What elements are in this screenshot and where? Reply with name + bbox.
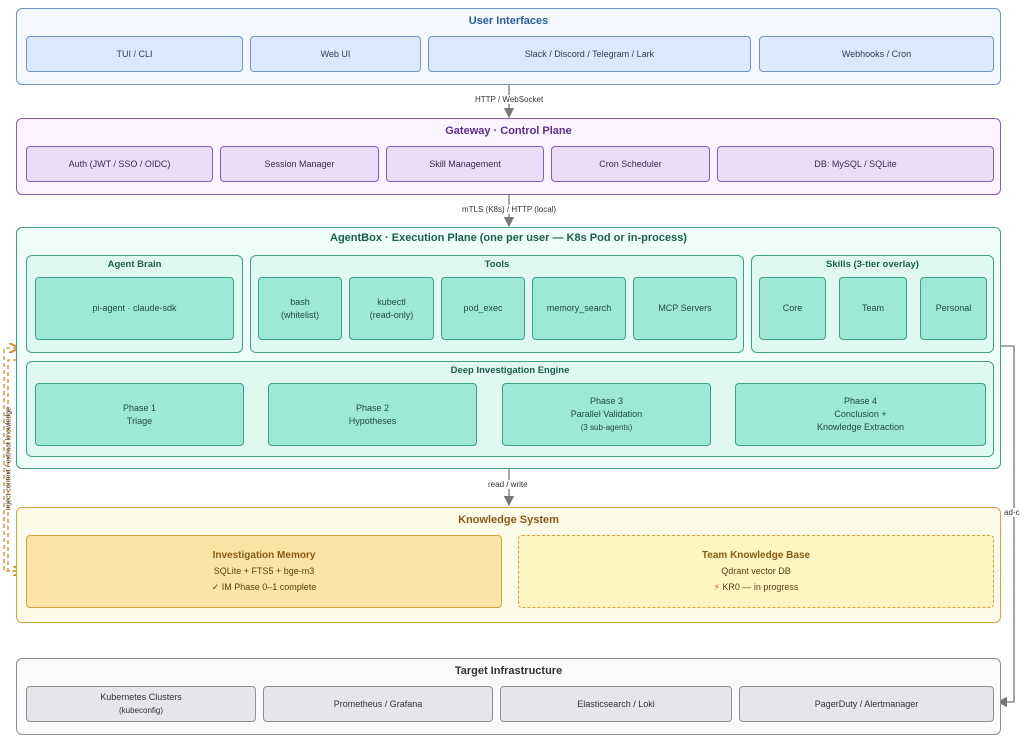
memory-title: Investigation Memory	[212, 550, 316, 561]
team-knowledge-base: Team Knowledge Base Qdrant vector DB ⚡ K…	[518, 535, 994, 608]
agent-brain-node: pi-agent · claude-sdk	[35, 277, 234, 340]
phase-3-desc: Parallel Validation	[570, 409, 643, 419]
team-kb-stack: Qdrant vector DB	[721, 566, 791, 576]
phase-4-label: Phase 4	[843, 396, 878, 406]
gateway-skill-management: Skill Management	[386, 146, 544, 182]
knowledge-system-layer: Knowledge System Investigation Memory SQ…	[16, 507, 1001, 623]
agent-brain-title: Agent Brain	[107, 259, 162, 270]
label-mtls-http: mTLS (K8s) / HTTP (local)	[460, 205, 559, 214]
tool-kubectl-name: kubectl	[377, 296, 406, 307]
gateway-auth: Auth (JWT / SSO / OIDC)	[26, 146, 213, 182]
user-interfaces-layer: User Interfaces TUI / CLI Web UI Slack /…	[16, 8, 1001, 85]
skill-personal: Personal	[920, 277, 987, 340]
gateway-db: DB: MySQL / SQLite	[717, 146, 994, 182]
target-kubernetes: Kubernetes Clusters (kubeconfig)	[26, 686, 256, 722]
knowledge-system-title: Knowledge System	[458, 514, 559, 526]
phase-4-note: Knowledge Extraction	[816, 422, 905, 432]
tool-bash-name: bash	[290, 296, 310, 307]
phase-2-label: Phase 2	[355, 402, 390, 413]
ui-chat-platforms: Slack / Discord / Telegram / Lark	[428, 36, 751, 72]
tool-mcp-servers: MCP Servers	[633, 277, 737, 340]
target-kubernetes-note: (kubeconfig)	[118, 706, 164, 715]
tool-kubectl: kubectl (read-only)	[349, 277, 434, 340]
tool-pod-exec: pod_exec	[441, 277, 525, 340]
agentbox-layer: AgentBox · Execution Plane (one per user…	[16, 227, 1001, 469]
lightning-icon: ⚡	[713, 582, 720, 592]
target-kubernetes-name: Kubernetes Clusters	[100, 692, 182, 702]
skills-title: Skills (3-tier overlay)	[826, 259, 919, 270]
ui-tui-cli: TUI / CLI	[26, 36, 243, 72]
phase-1: Phase 1 Triage	[35, 383, 244, 446]
target-infrastructure-title: Target Infrastructure	[454, 665, 563, 677]
target-infrastructure-layer: Target Infrastructure Kubernetes Cluster…	[16, 658, 1001, 735]
gateway-layer: Gateway · Control Plane Auth (JWT / SSO …	[16, 118, 1001, 195]
phase-3: Phase 3 Parallel Validation (3 sub-agent…	[502, 383, 711, 446]
phase-2: Phase 2 Hypotheses	[268, 383, 477, 446]
tool-bash-note: (whitelist)	[280, 309, 319, 320]
tool-memory-search: memory_search	[532, 277, 626, 340]
investigation-memory: Investigation Memory SQLite + FTS5 + bge…	[26, 535, 502, 608]
team-kb-title: Team Knowledge Base	[701, 550, 811, 561]
label-right-edge: ad-c	[1002, 508, 1022, 517]
agent-brain-group: Agent Brain pi-agent · claude-sdk	[26, 255, 243, 353]
memory-status: ✓ IM Phase 0–1 complete	[211, 582, 317, 592]
target-elasticsearch-loki: Elasticsearch / Loki	[500, 686, 732, 722]
phase-3-label: Phase 3	[589, 396, 624, 406]
skill-team: Team	[839, 277, 907, 340]
tool-bash: bash (whitelist)	[258, 277, 342, 340]
ui-web-ui: Web UI	[250, 36, 421, 72]
team-kb-status: KR0 — in progress	[722, 582, 799, 592]
phase-1-label: Phase 1	[122, 402, 157, 413]
user-interfaces-title: User Interfaces	[468, 15, 549, 27]
label-inject-extract: inject context / extract knowledge	[5, 406, 13, 511]
tool-kubectl-note: (read-only)	[369, 309, 414, 320]
phase-2-desc: Hypotheses	[348, 415, 397, 426]
target-pagerduty-alertmanager: PagerDuty / Alertmanager	[739, 686, 994, 722]
gateway-session-manager: Session Manager	[220, 146, 379, 182]
gateway-title: Gateway · Control Plane	[445, 125, 572, 137]
team-kb-status-row: ⚡ KR0 — in progress	[714, 581, 799, 594]
label-read-write: read / write	[486, 480, 530, 489]
tools-title: Tools	[484, 259, 510, 270]
phase-4-desc: Conclusion +	[834, 409, 887, 419]
gateway-cron-scheduler: Cron Scheduler	[551, 146, 710, 182]
label-http-websocket: HTTP / WebSocket	[473, 95, 546, 104]
deep-investigation-engine: Deep Investigation Engine Phase 1 Triage…	[26, 361, 994, 457]
agentbox-title: AgentBox · Execution Plane (one per user…	[330, 232, 687, 244]
skills-group: Skills (3-tier overlay) Core Team Person…	[751, 255, 994, 353]
skill-core: Core	[759, 277, 826, 340]
phase-4: Phase 4 Conclusion + Knowledge Extractio…	[735, 383, 986, 446]
phase-3-note: (3 sub-agents)	[580, 423, 633, 432]
tools-group: Tools bash (whitelist) kubectl (read-onl…	[250, 255, 744, 353]
target-prometheus-grafana: Prometheus / Grafana	[263, 686, 493, 722]
phase-1-desc: Triage	[126, 415, 153, 426]
ui-webhooks-cron: Webhooks / Cron	[759, 36, 994, 72]
memory-stack: SQLite + FTS5 + bge-m3	[213, 566, 315, 576]
engine-title: Deep Investigation Engine	[450, 365, 570, 376]
